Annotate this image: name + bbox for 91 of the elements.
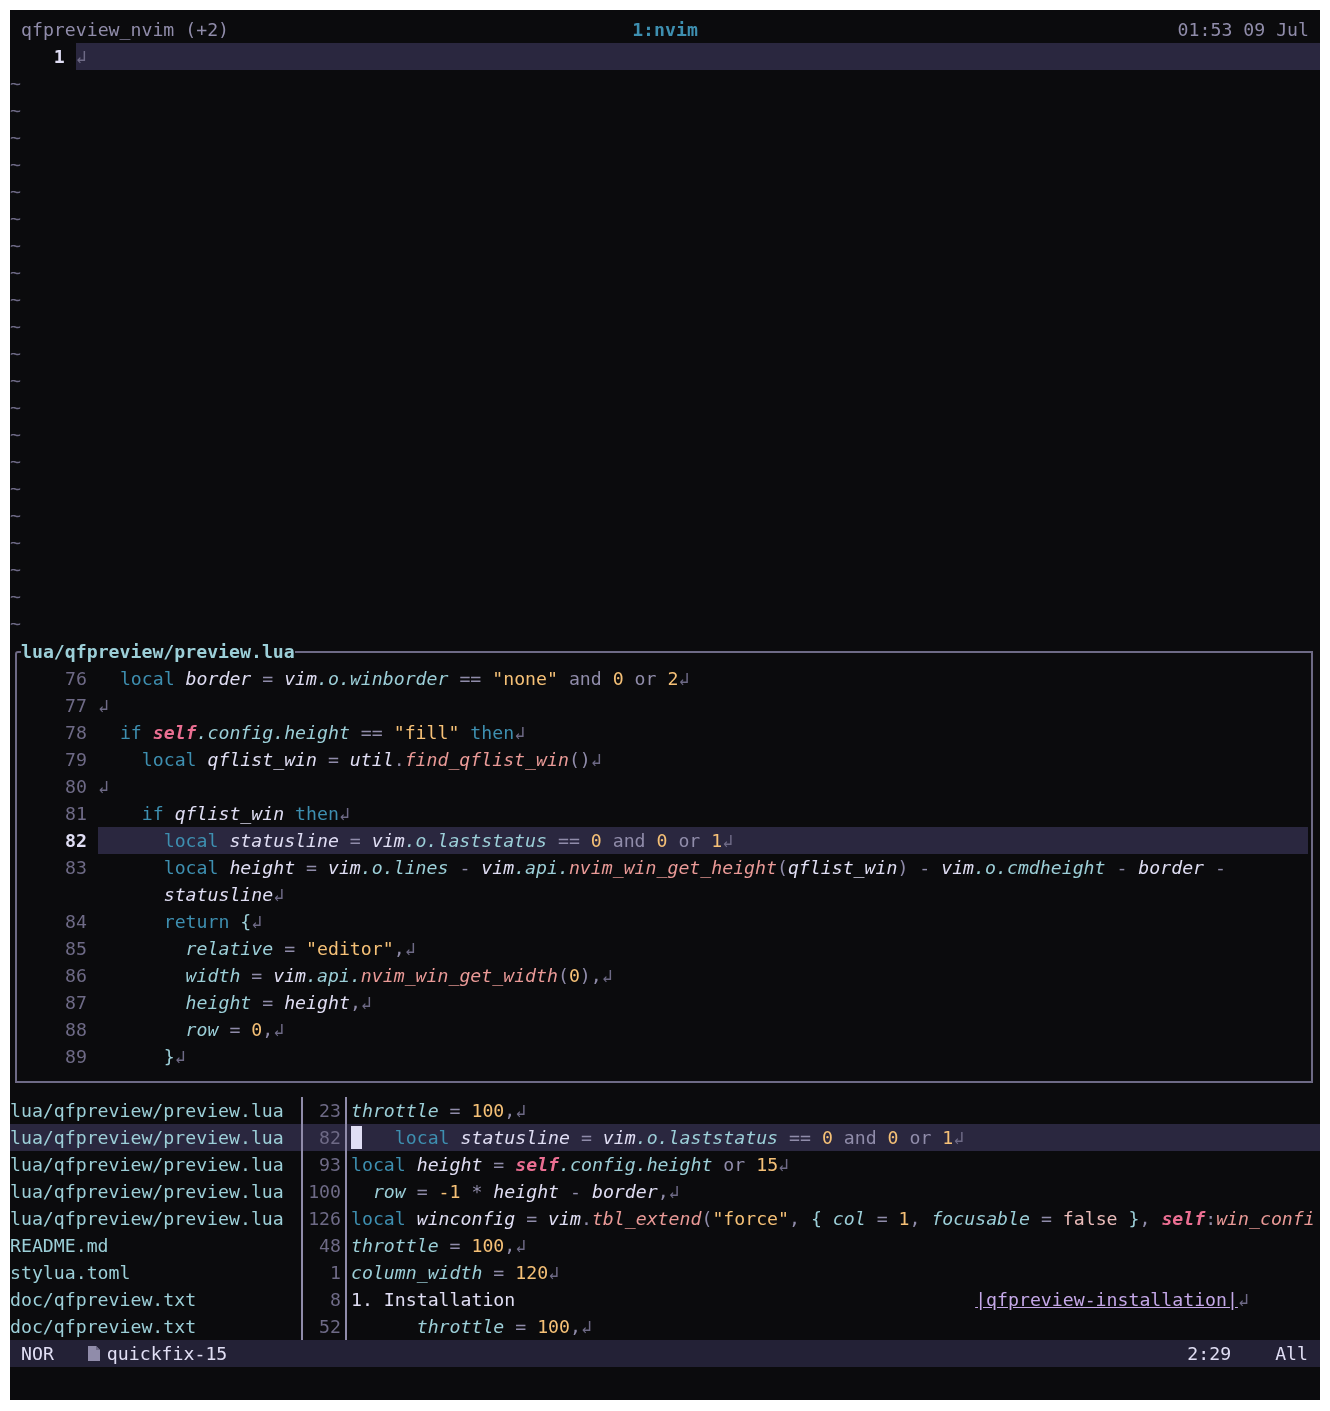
code-line: throttle = 100,↲: [351, 1099, 527, 1123]
line-number: 126: [301, 1205, 347, 1232]
empty-line-marker: ~: [10, 100, 21, 121]
empty-line-marker: ~: [10, 424, 21, 445]
quickfix-item[interactable]: stylua.toml 1 column_width = 120↲: [10, 1259, 1320, 1286]
text-cursor: [351, 1126, 362, 1149]
scroll-position: All: [1275, 1342, 1308, 1366]
file-path: lua/qfpreview/preview.lua: [10, 1099, 285, 1123]
code-line: relative = "editor",↲: [184, 937, 417, 961]
empty-line-marker: ~: [10, 397, 21, 418]
file-path: doc/qfpreview.txt: [10, 1288, 198, 1312]
empty-line-marker: ~: [10, 343, 21, 364]
line-number: 1: [301, 1259, 347, 1286]
window-tab[interactable]: 1:nvim: [632, 16, 698, 43]
empty-line-marker: ~: [10, 505, 21, 526]
quickfix-item[interactable]: README.md 48 throttle = 100,↲: [10, 1232, 1320, 1259]
line-number: 93: [301, 1151, 347, 1178]
code-line: column_width = 120↲: [351, 1261, 560, 1285]
line-number: 86: [64, 964, 88, 988]
empty-line-marker: ~: [10, 613, 21, 634]
line-number: 82: [64, 829, 88, 853]
code-line: local height = self.config.height or 15↲: [351, 1153, 790, 1177]
code-line: local height = vim.o.lines - vim.api.nvim_win_get_height(qflist_win) - vim.o.cmdheight - border -: [162, 856, 1227, 880]
line-number: 80: [64, 775, 88, 799]
empty-line-marker: ~: [10, 235, 21, 256]
code-line: local border = vim.o.winborder == "none" and 0 or 2↲: [118, 667, 691, 691]
file-path: stylua.toml: [10, 1261, 132, 1285]
file-path: lua/qfpreview/preview.lua: [10, 1153, 285, 1177]
code-line: if self.config.height == "fill" then↲: [118, 721, 527, 745]
empty-line-marker: ~: [10, 73, 21, 94]
line-number: 83: [64, 856, 88, 880]
file-path: README.md: [10, 1234, 110, 1258]
quickfix-item[interactable]: lua/qfpreview/preview.lua 126 local winconfig = vim.tbl_extend("force", { col = 1, focusable = false }, self:win_confi: [10, 1205, 1320, 1232]
quickfix-item[interactable]: lua/qfpreview/preview.lua 82 local statusline = vim.o.laststatus == 0 and 0 or 1↲: [10, 1124, 1320, 1151]
buffer-name: quickfix-15: [106, 1342, 228, 1366]
empty-line-marker: ~: [10, 154, 21, 175]
code-line: local statusline = vim.o.laststatus == 0 and 0 or 1↲: [393, 1126, 965, 1150]
code-line: row = 0,↲: [184, 1018, 286, 1042]
code-line: row = -1 * height - border,↲: [371, 1180, 680, 1204]
code-line: height = height,↲: [184, 991, 373, 1015]
empty-line-marker: ~: [10, 262, 21, 283]
line-number: 78: [64, 721, 88, 745]
empty-line-marker: ~: [10, 127, 21, 148]
file-path: lua/qfpreview/preview.lua: [10, 1207, 285, 1231]
code-line: throttle = 100,↲: [351, 1234, 527, 1258]
mode-indicator: NOR: [21, 1342, 54, 1366]
line-number: 88: [64, 1018, 88, 1042]
empty-line-marker: ~: [10, 289, 21, 310]
file-path: lua/qfpreview/preview.lua: [10, 1180, 285, 1204]
empty-line-marker: ~: [10, 586, 21, 607]
code-line: local winconfig = vim.tbl_extend("force", { col = 1, focusable = false }, self:win_confi: [351, 1207, 1315, 1231]
empty-line-marker: ~: [10, 316, 21, 337]
file-path: lua/qfpreview/preview.lua: [10, 1126, 285, 1150]
line-number: 84: [64, 910, 88, 934]
code-line: return {↲: [162, 910, 264, 934]
empty-line-marker: ~: [10, 181, 21, 202]
line-number: 1: [52, 45, 66, 69]
line-number: 87: [64, 991, 88, 1015]
file-icon: [86, 1345, 101, 1362]
code-line: ↲: [98, 775, 110, 799]
code-line: if qflist_win then↲: [140, 802, 351, 826]
empty-line-marker: ~: [10, 370, 21, 391]
line-number: 8: [301, 1286, 347, 1313]
line-number: 77: [64, 694, 88, 718]
line-number: 76: [64, 667, 88, 691]
cursor-position: 2:29: [1187, 1342, 1232, 1366]
empty-line-marker: ~: [10, 478, 21, 499]
line-number: 79: [64, 748, 88, 772]
code-line: statusline↲: [162, 883, 286, 907]
line-number: 81: [64, 802, 88, 826]
code-line: }↲: [162, 1045, 187, 1069]
line-number: 82: [301, 1124, 347, 1151]
empty-line-marker: ~: [10, 559, 21, 580]
quickfix-item[interactable]: doc/qfpreview.txt 8 1. Installation |qfpreview-installation|↲: [10, 1286, 1320, 1313]
empty-line-marker: ~: [10, 208, 21, 229]
file-path: doc/qfpreview.txt: [10, 1315, 198, 1339]
code-line: width = vim.api.nvim_win_get_width(0),↲: [184, 964, 614, 988]
line-number: 85: [64, 937, 88, 961]
code-line: local qflist_win = util.find_qflist_win()↲: [140, 748, 603, 772]
code-line: 1. Installation |qfpreview-installation|↲: [351, 1288, 1249, 1312]
line-number: 100: [301, 1178, 347, 1205]
line-number: 48: [301, 1232, 347, 1259]
line-number: 89: [64, 1045, 88, 1069]
empty-line-marker: ~: [10, 532, 21, 553]
code-line: ↲: [98, 694, 110, 718]
clock: 01:53 09 Jul: [1176, 18, 1309, 42]
quickfix-item[interactable]: lua/qfpreview/preview.lua 100 row = -1 * height - border,↲: [10, 1178, 1320, 1205]
code-line: throttle = 100,↲: [415, 1315, 592, 1339]
quickfix-item[interactable]: lua/qfpreview/preview.lua 93 local height = self.config.height or 15↲: [10, 1151, 1320, 1178]
empty-line-marker: ~: [10, 451, 21, 472]
session-name: qfpreview_nvim (+2): [21, 18, 231, 42]
